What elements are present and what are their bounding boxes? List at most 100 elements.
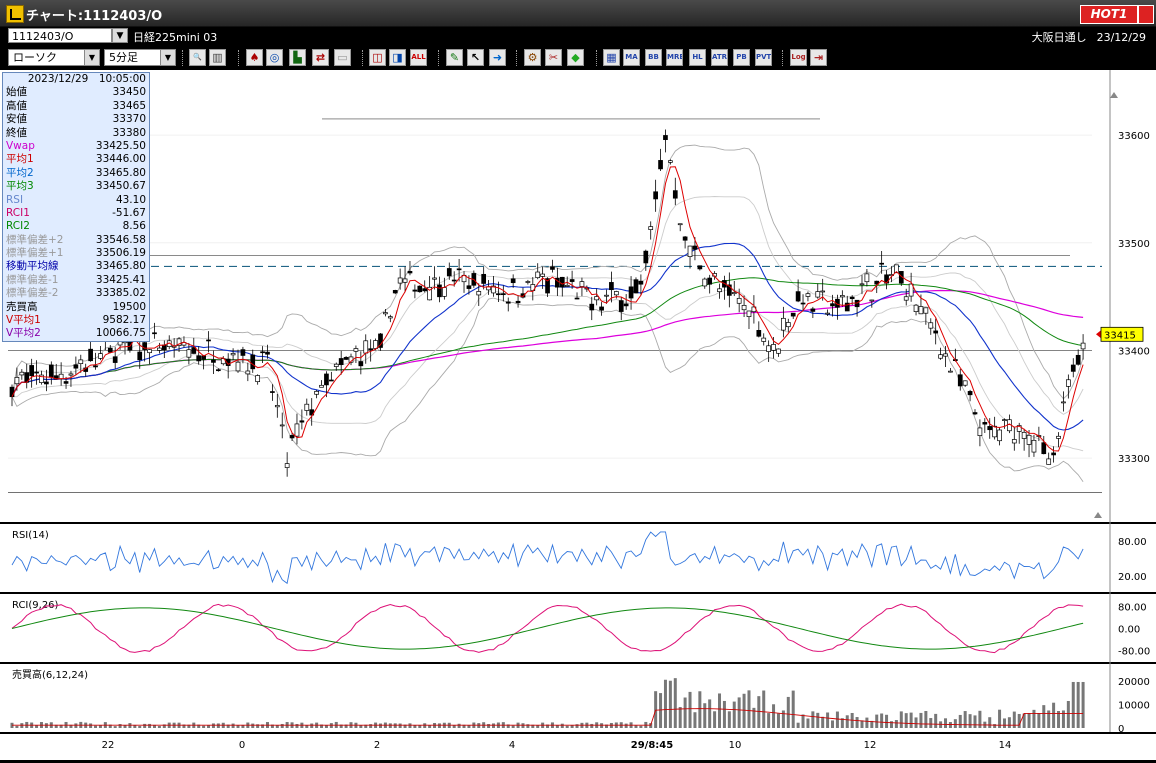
info-label: V平均2 [6, 327, 41, 340]
candle-body [913, 304, 919, 312]
atr-icon[interactable]: ATR [711, 49, 728, 66]
hl-icon[interactable]: HL [689, 49, 706, 66]
symbol-code-input[interactable]: 1112403/O [8, 28, 112, 43]
grid-icon[interactable]: ▦ [603, 49, 620, 66]
time-tick-label: 12 [864, 740, 877, 751]
candle-body [481, 273, 487, 284]
info-value: -51.67 [112, 206, 146, 219]
panel-bg [0, 72, 1156, 522]
candle-body [9, 386, 15, 398]
candle-body [638, 280, 644, 285]
pvt-icon[interactable]: PVT [755, 49, 772, 66]
timeframe-select[interactable]: 5分足 ▼ [104, 49, 176, 66]
volume-bar [806, 718, 810, 728]
candle-body [589, 303, 595, 311]
volume-bar [511, 725, 515, 728]
candle-body [284, 463, 290, 468]
volume-bar [909, 712, 913, 728]
volume-bar [722, 700, 726, 728]
panel-bg [0, 595, 1156, 662]
candle-body [987, 426, 993, 431]
info-value: 9582.17 [102, 314, 146, 327]
volume-bar [1042, 705, 1046, 728]
chevron-down-icon[interactable]: ▼ [112, 28, 128, 43]
volume-bar [826, 712, 830, 728]
candle-body [476, 291, 482, 296]
volume-bar [74, 723, 78, 728]
candle-body [879, 262, 884, 265]
zoom-icon[interactable]: 🔍 [189, 49, 206, 66]
candle-body [613, 291, 619, 296]
info-row: V平均2 10066.75 [3, 327, 149, 340]
magnifier-info-icon[interactable]: ◎ [266, 49, 283, 66]
candle-body [245, 370, 251, 375]
cursor-icon[interactable]: ↖ [467, 49, 484, 66]
candle-body [623, 303, 629, 307]
bar-chart-icon[interactable]: ▙ [289, 49, 306, 66]
candle-body [78, 359, 84, 365]
candle-body [1051, 452, 1056, 456]
candle-body [437, 284, 442, 298]
info-label: 平均3 [6, 180, 34, 193]
volume-bar [378, 723, 382, 728]
candle-body [658, 160, 663, 170]
volume-bar [993, 724, 997, 728]
candle-body [343, 357, 349, 360]
volume-bar [821, 716, 825, 728]
candle-body [48, 364, 54, 378]
candle-body [766, 345, 771, 352]
volume-bar [708, 699, 712, 728]
candle-body [776, 348, 781, 354]
shuffle-icon[interactable]: ⇄ [312, 49, 329, 66]
pen-icon[interactable]: ✎ [446, 49, 463, 66]
volume-bar [973, 715, 977, 728]
candle-body [785, 322, 791, 328]
pb-icon[interactable]: PB [733, 49, 750, 66]
bb-icon[interactable]: BB [645, 49, 662, 66]
volume-bar [1037, 713, 1041, 728]
color-icon[interactable]: ◆ [567, 49, 584, 66]
volume-bar [693, 712, 697, 728]
log-icon[interactable]: Log [790, 49, 807, 66]
toolbar-separator [516, 50, 519, 66]
candle-body [1011, 439, 1017, 444]
volume-bar [251, 723, 255, 728]
close-icon[interactable] [1138, 5, 1154, 24]
exit-icon[interactable]: ⇥ [810, 49, 827, 66]
candle-tool-icon[interactable]: ♠ [246, 49, 263, 66]
wrench-icon[interactable]: ✂ [545, 49, 562, 66]
candle-body [157, 347, 162, 351]
candle-body [859, 283, 865, 286]
candle-body [864, 273, 870, 283]
all-icon[interactable]: ALL [410, 49, 427, 66]
settings-icon[interactable]: ⚙ [524, 49, 541, 66]
candle-body [451, 279, 457, 282]
candle-body [432, 277, 437, 280]
ma-icon[interactable]: MA [623, 49, 640, 66]
volume-bar [688, 691, 692, 728]
split-icon[interactable]: ▥ [209, 49, 226, 66]
chevron-down-icon[interactable]: ▼ [84, 50, 99, 65]
chart-canvas[interactable]: 3360033500334003330033415RSI(14)80.0020.… [0, 70, 1156, 760]
volume-bar [560, 723, 564, 728]
time-tick-label: 10 [729, 740, 742, 751]
candle-body [152, 332, 157, 335]
mre-icon[interactable]: MRE [666, 49, 683, 66]
chevron-down-icon[interactable]: ▼ [160, 50, 175, 65]
volume-bar [944, 718, 948, 728]
candle-body [402, 278, 408, 283]
candle-down-icon[interactable]: ◨ [389, 49, 406, 66]
candle-body [643, 250, 649, 264]
volume-bar [683, 697, 687, 728]
hot-button[interactable]: HOT1 [1080, 5, 1138, 24]
toolbar-separator [782, 50, 785, 66]
disabled-icon[interactable]: ▭ [334, 49, 351, 66]
arrow-right-icon[interactable]: ➜ [489, 49, 506, 66]
candle-up-icon[interactable]: ◫ [369, 49, 386, 66]
chart-type-select[interactable]: ローソク ▼ [8, 49, 100, 66]
time-tick-label: 22 [102, 740, 115, 751]
volume-bar [767, 713, 771, 728]
chart-area[interactable]: 33600 33500 33400 33300 33415 RSI(14) 80.00 20.… [0, 70, 1156, 760]
info-label: RCI2 [6, 220, 30, 233]
info-row: 始値 33450 [3, 86, 149, 99]
